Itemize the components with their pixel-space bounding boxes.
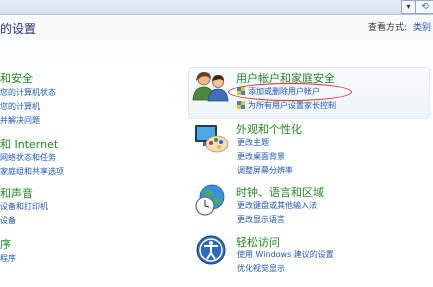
link-devices-printers[interactable]: 设备和打印机 <box>0 201 48 212</box>
accessibility-icon <box>196 235 226 265</box>
link-change-theme[interactable]: 更改主题 <box>237 137 269 148</box>
category-appearance[interactable]: 外观和个性化 <box>236 121 302 137</box>
link-keyboard-input[interactable]: 更改键盘或其他输入法 <box>237 200 317 211</box>
view-by-label: 查看方式: <box>368 23 408 33</box>
address-dropdown-button[interactable]: ▾ <box>401 0 416 14</box>
link-windows-suggested-settings[interactable]: 使用 Windows 建议的设置 <box>237 249 334 260</box>
link-backup[interactable]: 您的计算机 <box>0 101 40 112</box>
link-optimize-visual-display[interactable]: 优化视觉显示 <box>237 263 285 274</box>
link-check-status[interactable]: 您的计算机状态 <box>0 87 56 98</box>
link-screen-resolution[interactable]: 调整屏幕分辨率 <box>237 165 293 176</box>
monitor-palette-icon <box>195 125 229 153</box>
globe-clock-icon <box>195 184 225 216</box>
view-by: 查看方式: 类别 <box>368 20 431 33</box>
category-network-internet[interactable]: 和 Internet <box>0 136 58 152</box>
category-clock-language-region[interactable]: 时钟、语言和区域 <box>236 184 324 200</box>
link-display-language[interactable]: 更改显示语言 <box>237 214 285 225</box>
link-parental-controls[interactable]: 为所有用户设置家长控制 <box>248 100 336 111</box>
highlight-annotation <box>228 83 352 101</box>
link-troubleshoot[interactable]: 并解决问题 <box>0 115 40 126</box>
link-network-status[interactable]: 网络状态和任务 <box>0 152 56 163</box>
link-homegroup[interactable]: 家庭组和共享选项 <box>0 166 64 177</box>
shield-icon <box>237 101 245 109</box>
link-uninstall-program[interactable]: 程序 <box>0 253 16 264</box>
users-icon <box>192 72 229 102</box>
link-change-background[interactable]: 更改桌面背景 <box>237 151 285 162</box>
page-title: 的设置 <box>0 22 37 36</box>
link-add-device[interactable]: 设备 <box>0 215 16 226</box>
category-system-security[interactable]: 和安全 <box>0 70 33 86</box>
view-by-dropdown[interactable]: 类别 <box>413 23 431 33</box>
category-ease-of-access[interactable]: 轻松访问 <box>236 234 280 250</box>
address-bar: ▾ ⟲ <box>0 0 433 15</box>
refresh-button[interactable]: ⟲ <box>415 0 433 14</box>
category-hardware-sound[interactable]: 和声音 <box>0 185 33 201</box>
category-programs[interactable]: 序 <box>0 236 11 252</box>
